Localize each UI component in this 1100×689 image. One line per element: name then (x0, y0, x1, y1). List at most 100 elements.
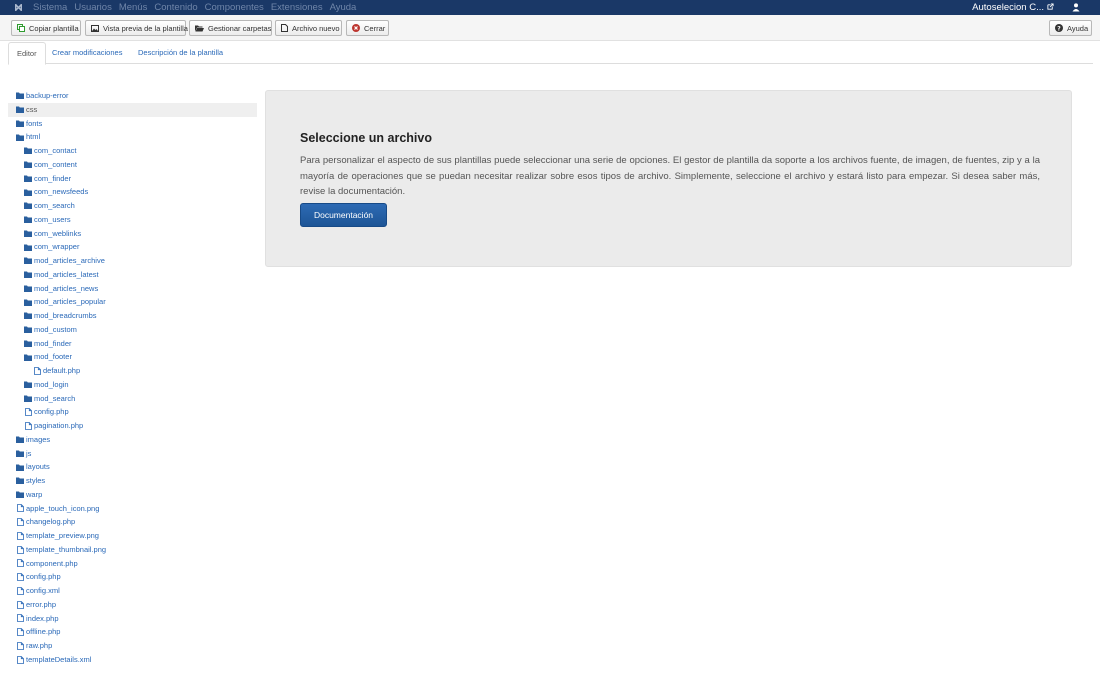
tree-file[interactable]: apple_touch_icon.png (8, 502, 257, 516)
tree-item-label: mod_articles_latest (34, 269, 99, 279)
file-icon (24, 408, 32, 417)
tree-folder[interactable]: mod_articles_archive (8, 254, 257, 268)
tree-item-label: index.php (26, 613, 59, 623)
menu-extensiones[interactable]: Extensiones (271, 0, 323, 15)
tree-file[interactable]: offline.php (8, 625, 257, 639)
menu-menus[interactable]: Menús (119, 0, 148, 15)
folder-icon (24, 284, 32, 292)
tree-folder[interactable]: js (8, 447, 257, 461)
folder-icon (16, 449, 24, 457)
tree-item-label: mod_footer (34, 352, 72, 362)
tree-folder[interactable]: com_finder (8, 172, 257, 186)
tree-item-label: mod_articles_archive (34, 256, 105, 265)
tree-file[interactable]: config.php (8, 405, 257, 419)
tab-editor[interactable]: Editor (8, 42, 46, 65)
menu-contenido[interactable]: Contenido (154, 0, 197, 15)
file-icon (16, 600, 24, 609)
menu-sistema[interactable]: Sistema (33, 0, 67, 15)
folder-icon (24, 353, 32, 361)
tree-folder[interactable]: css (8, 102, 257, 117)
tree-item-label: images (26, 434, 51, 444)
tree-folder[interactable]: mod_articles_popular (8, 295, 257, 309)
tree-file[interactable]: raw.php (8, 639, 257, 653)
file-icon (24, 421, 32, 430)
file-icon (16, 628, 24, 637)
tree-file[interactable]: changelog.php (8, 515, 257, 529)
tree-file[interactable]: config.php (8, 570, 257, 584)
tree-folder[interactable]: com_users (8, 213, 257, 227)
tab-template-description[interactable]: Descripción de la plantilla (130, 42, 231, 64)
folder-open-icon (195, 25, 204, 32)
tree-folder[interactable]: mod_finder (8, 337, 257, 351)
tree-folder[interactable]: mod_breadcrumbs (8, 309, 257, 323)
folder-icon (24, 147, 32, 155)
tree-folder[interactable]: html (8, 130, 257, 144)
image-icon (91, 24, 99, 32)
tree-item-label: component.php (26, 558, 78, 568)
tree-folder[interactable]: com_weblinks (8, 227, 257, 241)
tree-folder[interactable]: mod_custom (8, 323, 257, 337)
tree-item-label: error.php (26, 599, 57, 609)
tree-folder[interactable]: backup-error (8, 89, 257, 103)
site-link[interactable]: Autoselecion C... (972, 0, 1054, 15)
tree-folder[interactable]: com_wrapper (8, 240, 257, 254)
tree-folder[interactable]: mod_articles_news (8, 282, 257, 296)
tree-item-label: changelog.php (26, 517, 76, 527)
tree-item-label: mod_login (34, 379, 69, 389)
file-icon (16, 586, 24, 595)
tree-folder[interactable]: com_newsfeeds (8, 185, 257, 199)
tree-file[interactable]: default.php (8, 364, 257, 378)
tree-file[interactable]: template_thumbnail.png (8, 543, 257, 557)
folder-icon (24, 381, 32, 389)
copy-template-button[interactable]: Copiar plantilla (11, 20, 81, 36)
folder-icon (24, 312, 32, 320)
user-icon[interactable] (1066, 0, 1086, 15)
file-icon (16, 559, 24, 568)
tree-folder[interactable]: mod_login (8, 378, 257, 392)
tree-folder[interactable]: mod_footer (8, 350, 257, 364)
folder-icon (24, 229, 32, 237)
tree-item-label: templateDetails.xml (26, 654, 92, 664)
copy-icon (17, 24, 25, 32)
tree-item-label: com_wrapper (34, 242, 80, 252)
tree-folder[interactable]: mod_search (8, 392, 257, 406)
tree-file[interactable]: pagination.php (8, 419, 257, 433)
tab-create-overrides[interactable]: Crear modificaciones (44, 42, 130, 64)
tree-item-label: com_users (34, 214, 71, 224)
tree-file[interactable]: error.php (8, 598, 257, 612)
menu-componentes[interactable]: Componentes (205, 0, 264, 15)
manage-folders-button[interactable]: Gestionar carpetas (189, 20, 272, 36)
new-file-button[interactable]: Archivo nuevo (275, 20, 342, 36)
documentation-button[interactable]: Documentación (300, 203, 387, 227)
tree-file[interactable]: template_preview.png (8, 529, 257, 543)
tree-item-label: com_newsfeeds (34, 187, 89, 197)
tree-file[interactable]: config.xml (8, 584, 257, 598)
tree-folder[interactable]: com_contact (8, 144, 257, 158)
tree-file[interactable]: component.php (8, 557, 257, 571)
help-button[interactable]: ? Ayuda (1049, 20, 1092, 36)
close-button[interactable]: Cerrar (346, 20, 389, 36)
preview-template-button[interactable]: Vista previa de la plantilla (85, 20, 188, 36)
tree-folder[interactable]: warp (8, 488, 257, 502)
tree-item-label: com_weblinks (34, 228, 82, 238)
tree-folder[interactable]: fonts (8, 117, 257, 131)
folder-icon (16, 106, 24, 114)
tree-folder[interactable]: images (8, 433, 257, 447)
tree-file[interactable]: index.php (8, 612, 257, 626)
tree-folder[interactable]: mod_articles_latest (8, 268, 257, 282)
folder-icon (24, 202, 32, 210)
tree-item-label: default.php (43, 366, 81, 375)
tree-folder[interactable]: com_content (8, 158, 257, 172)
tree-folder[interactable]: layouts (8, 460, 257, 474)
tree-folder[interactable]: styles (8, 474, 257, 488)
folder-icon (16, 436, 24, 444)
tree-item-label: config.php (26, 572, 61, 582)
folder-icon (24, 257, 32, 265)
menu-usuarios[interactable]: Usuarios (74, 0, 112, 15)
folder-icon (24, 298, 32, 306)
tree-folder[interactable]: com_search (8, 199, 257, 213)
menu-ayuda[interactable]: Ayuda (330, 0, 357, 15)
joomla-logo-icon[interactable] (11, 2, 25, 14)
tree-file[interactable]: templateDetails.xml (8, 653, 257, 667)
tree-item-label: html (26, 132, 41, 142)
